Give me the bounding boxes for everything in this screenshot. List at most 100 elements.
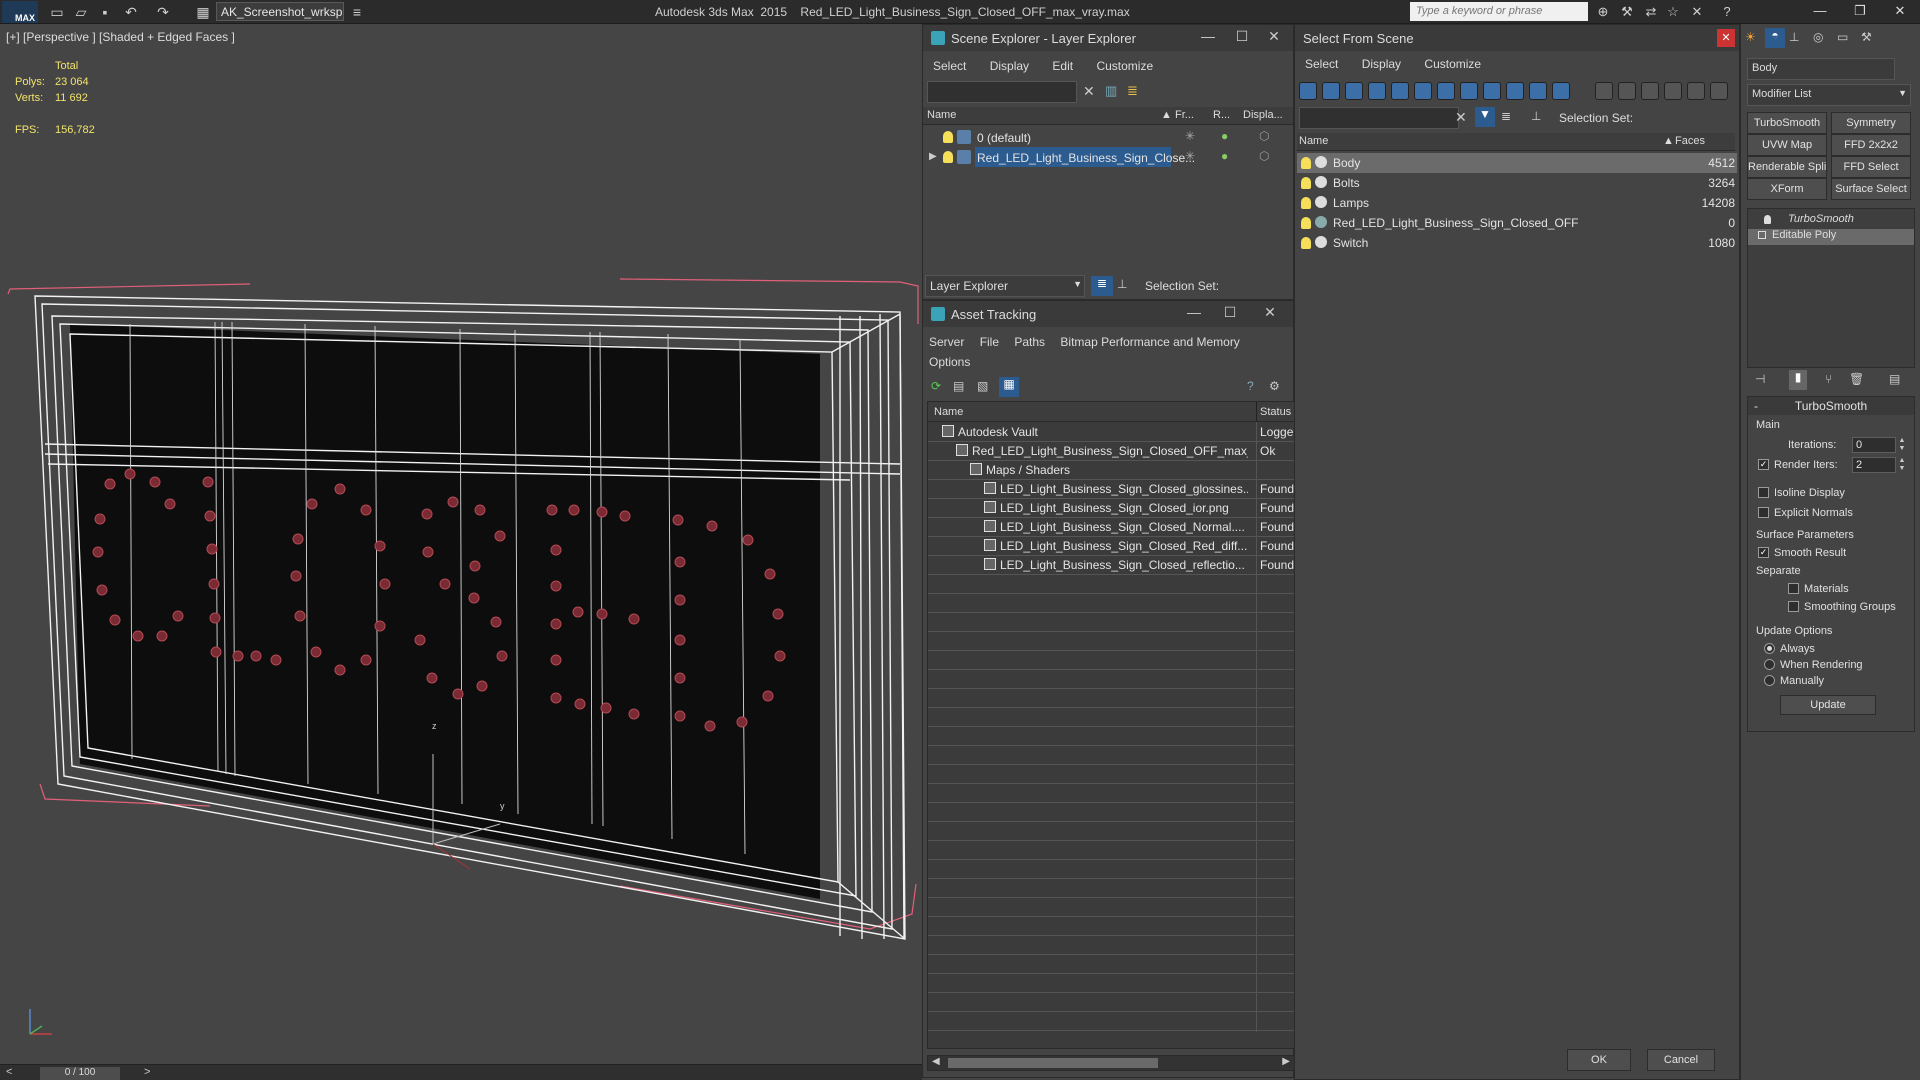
sfs-clear-search-icon[interactable]: ✕ — [1455, 109, 1467, 126]
modify-tab-icon[interactable]: ◓ — [1765, 28, 1785, 48]
iterations-spinner[interactable]: 0 — [1852, 437, 1896, 453]
filter-filter-icon[interactable] — [1664, 82, 1682, 100]
table-view-icon[interactable]: ▦ — [999, 377, 1019, 397]
asset-row[interactable]: LED_Light_Business_Sign_Closed_ior.png Fo… — [928, 498, 1294, 517]
scroll-thumb[interactable] — [948, 1058, 1158, 1068]
modifier-button[interactable]: UVW Map — [1747, 134, 1827, 156]
manually-radio[interactable] — [1764, 675, 1775, 686]
help-icon[interactable]: ? — [1247, 379, 1254, 393]
hierarchy-mode-icon[interactable]: ⊥ — [1117, 277, 1127, 291]
asset-row[interactable]: LED_Light_Business_Sign_Closed_reflectio… — [928, 555, 1294, 574]
filter-shapes-icon[interactable] — [1322, 82, 1340, 100]
scene-object-row[interactable]: Red_LED_Light_Business_Sign_Closed_OFF 0 — [1297, 213, 1737, 233]
filter-select-none-icon[interactable] — [1618, 82, 1636, 100]
always-radio[interactable] — [1764, 643, 1775, 654]
scroll-right-arrow-icon[interactable]: ▶ — [1282, 1056, 1290, 1067]
tools-icon[interactable]: ⚒ — [1616, 2, 1638, 22]
project-folder-icon[interactable]: ▦ — [192, 2, 214, 22]
scene-object-row[interactable]: Switch 1080 — [1297, 233, 1737, 253]
at-menu-paths[interactable]: Paths — [1008, 331, 1051, 353]
filter-xrefs-icon[interactable] — [1460, 82, 1478, 100]
at-menu-file[interactable]: File — [974, 331, 1005, 353]
workspace-dropdown[interactable]: AK_Screenshot_wrksp — [216, 2, 344, 21]
stack-item-turbosmooth[interactable]: TurboSmooth — [1748, 213, 1914, 229]
se-close-button[interactable]: ✕ — [1259, 28, 1289, 45]
open-file-icon[interactable]: ▱ — [70, 2, 92, 22]
layer-row-default[interactable]: 0 (default) ✳ ● ⬡ — [923, 127, 1293, 147]
at-col-name[interactable]: Name — [934, 406, 963, 418]
se-col-render[interactable]: R... — [1213, 109, 1230, 121]
filter-geometry-icon[interactable] — [1299, 82, 1317, 100]
filter-frozen-icon[interactable] — [1529, 82, 1547, 100]
spinner-arrows-icon[interactable]: ▲ ▼ — [1898, 457, 1906, 473]
se-menu-select[interactable]: Select — [923, 55, 976, 77]
at-menu-server[interactable]: Server — [923, 331, 970, 353]
modifier-stack[interactable]: TurboSmooth Editable Poly — [1747, 208, 1915, 368]
sfs-hierarchy-icon[interactable]: ⊥ — [1531, 109, 1541, 123]
explorer-type-dropdown[interactable]: Layer Explorer ▼ — [925, 275, 1085, 297]
se-col-name[interactable]: Name — [927, 109, 956, 121]
filter-select-all-icon[interactable] — [1595, 82, 1613, 100]
sfs-layers-icon[interactable]: ≣ — [1501, 109, 1511, 123]
scroll-left-arrow-icon[interactable]: ◀ — [932, 1056, 940, 1067]
sfs-menu-display[interactable]: Display — [1352, 53, 1411, 75]
filter-containers-icon[interactable] — [1506, 82, 1524, 100]
filter-hierarchy-icon[interactable] — [1687, 82, 1705, 100]
minimize-button[interactable]: — — [1800, 0, 1840, 22]
sfs-close-button[interactable]: ✕ — [1717, 29, 1735, 47]
asset-row[interactable]: Maps / Shaders — [928, 460, 1294, 479]
display-box-icon[interactable]: ⬡ — [1259, 129, 1269, 143]
asset-row[interactable]: Autodesk Vault Logge — [928, 422, 1294, 441]
light-bulb-icon[interactable] — [1301, 197, 1311, 209]
freeze-snowflake-icon[interactable]: ✳ — [1185, 149, 1195, 163]
sfs-menu-select[interactable]: Select — [1295, 53, 1348, 75]
make-unique-icon[interactable]: ⑂ — [1825, 372, 1832, 386]
close-button[interactable]: ✕ — [1880, 0, 1920, 22]
new-file-icon[interactable]: ▭ — [46, 2, 68, 22]
light-bulb-icon[interactable] — [1301, 157, 1311, 169]
configure-sets-icon[interactable]: ▤ — [1889, 372, 1900, 386]
render-teapot-icon[interactable]: ● — [1221, 129, 1228, 143]
workspace-menu-icon[interactable]: ≡ — [346, 2, 368, 22]
sfs-ok-button[interactable]: OK — [1567, 1049, 1631, 1071]
se-col-display[interactable]: Displa... — [1243, 109, 1283, 121]
sfs-titlebar[interactable]: Select From Scene ✕ — [1295, 25, 1739, 51]
layer-explorer-mode-icon[interactable]: ≣ — [1091, 276, 1113, 296]
time-slider[interactable]: < 0 / 100 > — [0, 1064, 922, 1080]
sfs-search-input[interactable] — [1299, 107, 1459, 129]
light-bulb-icon[interactable] — [943, 151, 953, 163]
smoothing-groups-checkbox[interactable] — [1788, 601, 1799, 612]
scene-explorer-titlebar[interactable]: Scene Explorer - Layer Explorer — ☐ ✕ — [923, 25, 1293, 51]
time-next-button[interactable]: > — [144, 1066, 150, 1078]
asset-row[interactable]: LED_Light_Business_Sign_Closed_Red_diff.… — [928, 536, 1294, 555]
keyword-search-input[interactable]: Type a keyword or phrase — [1410, 2, 1588, 21]
light-bulb-icon[interactable] — [1301, 177, 1311, 189]
at-col-status[interactable]: Status — [1260, 406, 1291, 418]
when-rendering-radio[interactable] — [1764, 659, 1775, 670]
freeze-snowflake-icon[interactable]: ✳ — [1185, 129, 1195, 143]
modifier-button[interactable]: Surface Select — [1831, 178, 1911, 200]
sfs-filter-icon[interactable]: ▼ — [1475, 107, 1495, 127]
render-teapot-icon[interactable]: ● — [1221, 149, 1228, 163]
expand-box-icon[interactable] — [1758, 231, 1766, 239]
help-icon[interactable]: ? — [1716, 2, 1738, 22]
asset-row[interactable]: Red_LED_Light_Business_Sign_Closed_OFF_m… — [928, 441, 1294, 460]
modifier-list-dropdown[interactable]: Modifier List ▼ — [1747, 84, 1911, 106]
sfs-col-faces[interactable]: Faces — [1675, 135, 1705, 147]
se-clear-search-icon[interactable]: ✕ — [1083, 83, 1095, 100]
modifier-button[interactable]: XForm — [1747, 178, 1827, 200]
modifier-button[interactable]: TurboSmooth — [1747, 112, 1827, 134]
display-tab-icon[interactable]: ▭ — [1837, 30, 1848, 44]
time-prev-button[interactable]: < — [6, 1066, 12, 1078]
object-name-field[interactable]: Body — [1747, 58, 1895, 80]
show-end-result-icon[interactable]: ▮ — [1789, 370, 1807, 390]
at-menu-options[interactable]: Options — [923, 351, 976, 373]
utilities-tab-icon[interactable]: ⚒ — [1861, 30, 1872, 44]
display-box-icon[interactable]: ⬡ — [1259, 149, 1269, 163]
thumbnail-view-icon[interactable]: ▧ — [977, 379, 988, 393]
list-view-icon[interactable]: ▤ — [953, 379, 964, 393]
hierarchy-tab-icon[interactable]: ⊥ — [1789, 30, 1799, 44]
layer-row-sign[interactable]: ▶ Red_LED_Light_Business_Sign_Close... ✳… — [923, 147, 1293, 167]
exchange-icon[interactable]: ⇄ — [1640, 2, 1662, 22]
sfs-col-name[interactable]: Name — [1299, 135, 1328, 147]
